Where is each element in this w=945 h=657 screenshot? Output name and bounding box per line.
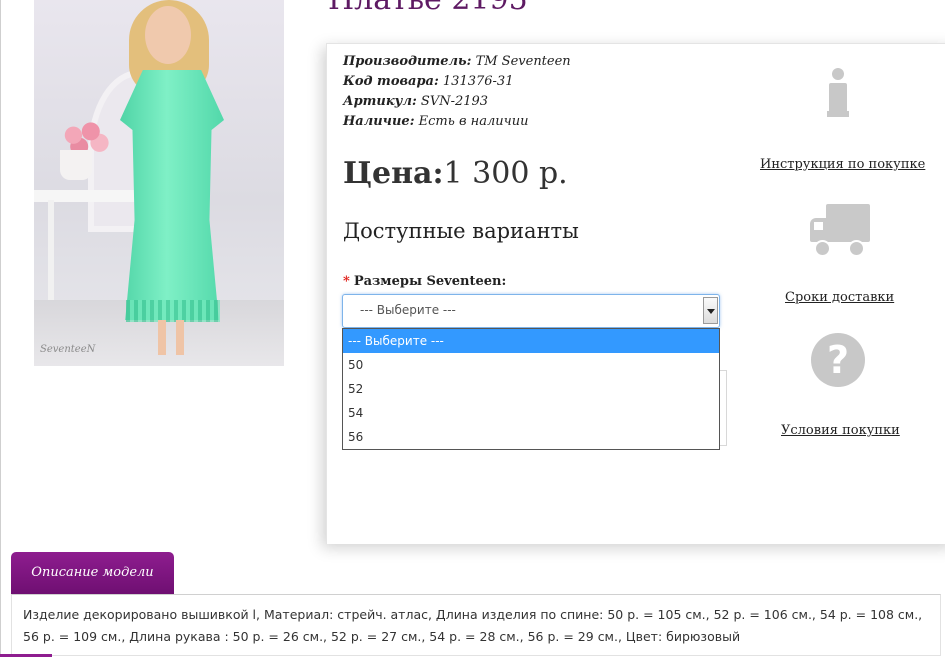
size-dropdown-list[interactable]: --- Выберите --- 50 52 54 56 [342, 328, 720, 450]
price: Цена:1 300 р. [343, 156, 568, 191]
truck-icon-wheel [814, 240, 831, 257]
delivery-terms-link[interactable]: Сроки доставки [785, 290, 894, 305]
photo-background-vase [60, 150, 92, 180]
product-photo[interactable]: SeventeeN [34, 0, 284, 366]
info-icon-dot [832, 68, 844, 80]
spec-value: SVN-2193 [420, 94, 489, 109]
photo-background-table-leg [48, 200, 54, 300]
model-face [145, 6, 191, 64]
spec-label: Наличие: [343, 114, 415, 129]
truck-icon[interactable] [808, 204, 870, 257]
spec-value: 131376-31 [442, 74, 514, 89]
truck-icon-body [826, 204, 870, 242]
dress-embroidery [126, 300, 220, 322]
size-option[interactable]: 50 [343, 353, 719, 377]
photo-signature: SeventeeN [40, 344, 96, 355]
description-text: Изделие декорировано вышивкой l, Материа… [23, 607, 923, 644]
size-option[interactable]: 56 [343, 425, 719, 449]
variants-heading: Доступные варианты [343, 219, 579, 243]
size-select[interactable]: --- Выберите --- [342, 294, 720, 328]
truck-icon-window [814, 222, 823, 230]
page-title: Платье 2195 [328, 0, 528, 17]
spec-article: Артикул: SVN-2193 [343, 92, 571, 112]
question-icon[interactable]: ? [811, 333, 865, 387]
size-select-label: * Размеры Seventeen: [343, 274, 506, 289]
model-legs [152, 320, 192, 355]
spec-manufacturer: Производитель: ТМ Seventeen [343, 52, 571, 72]
size-label-text: Размеры Seventeen: [353, 274, 507, 289]
product-specs: Производитель: ТМ Seventeen Код товара: … [343, 52, 571, 132]
price-value: 1 300 р. [443, 156, 568, 191]
model-dress [120, 70, 224, 320]
size-select-value: --- Выберите --- [360, 303, 456, 317]
spec-label: Код товара: [343, 74, 439, 89]
price-label: Цена: [343, 156, 444, 191]
size-option[interactable]: 54 [343, 401, 719, 425]
truck-icon-wheel [848, 240, 865, 257]
spec-product-code: Код товара: 131376-31 [343, 72, 571, 92]
required-mark: * [343, 274, 350, 289]
spec-label: Производитель: [343, 54, 472, 69]
info-icon-base [827, 111, 849, 117]
spec-label: Артикул: [343, 94, 417, 109]
purchase-terms-link[interactable]: Условия покупки [781, 423, 900, 438]
tab-description[interactable]: Описание модели [11, 552, 174, 594]
info-icon[interactable] [827, 68, 849, 120]
spec-value: Есть в наличии [418, 114, 529, 129]
spec-value: ТМ Seventeen [475, 54, 571, 69]
size-option[interactable]: 52 [343, 377, 719, 401]
instructions-link[interactable]: Инструкция по покупке [760, 157, 925, 172]
chevron-down-icon[interactable] [703, 297, 718, 324]
size-option[interactable]: --- Выберите --- [343, 329, 719, 353]
spec-availability: Наличие: Есть в наличии [343, 112, 571, 132]
page-left-border [0, 0, 1, 657]
